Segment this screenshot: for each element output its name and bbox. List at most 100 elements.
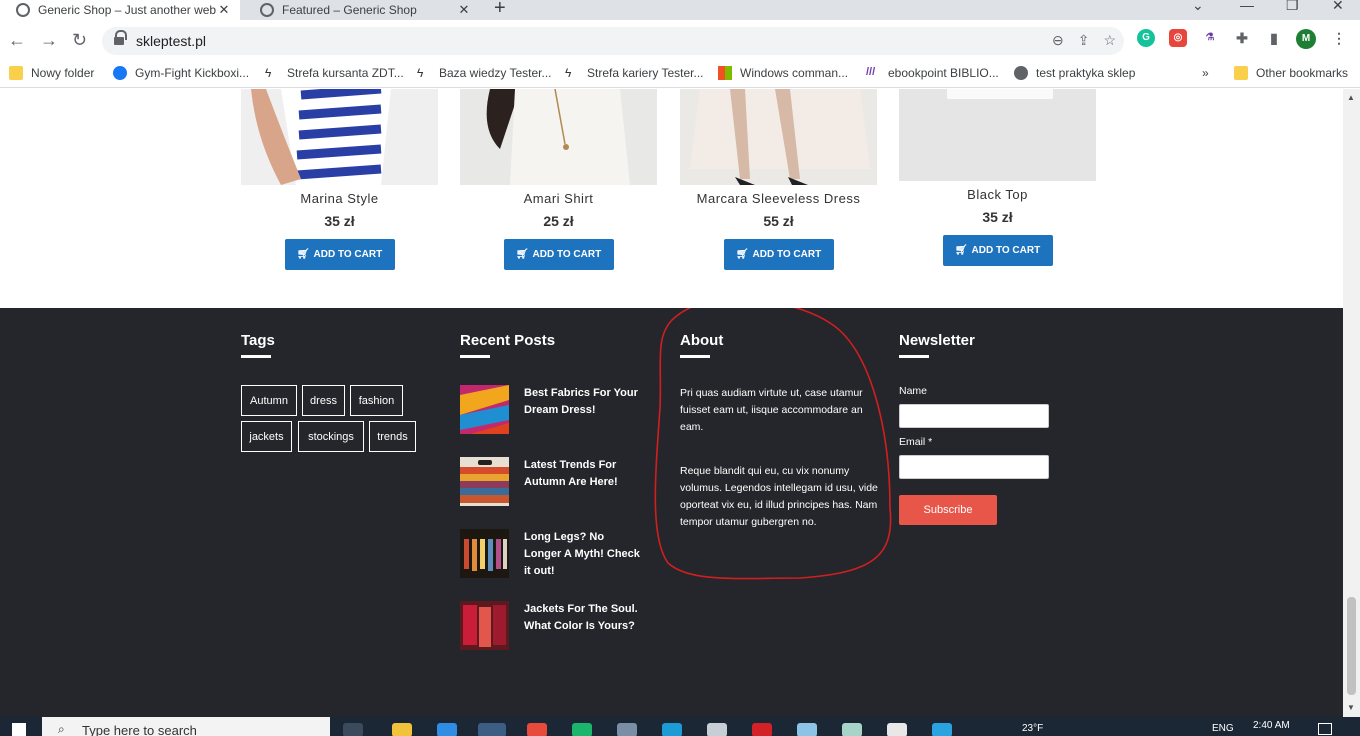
side-panel-icon[interactable]: ▮ [1265, 29, 1283, 47]
post-title[interactable]: Long Legs? No Longer A Myth! Check it ou… [524, 529, 644, 580]
post-thumbnail[interactable] [460, 601, 509, 650]
bookmarks-bar: Nowy folder Gym-Fight Kickboxi... ϟ Stref… [0, 62, 1360, 88]
app-icon[interactable] [842, 723, 862, 736]
tag-trends[interactable]: trends [369, 421, 416, 452]
bookmarks-overflow-icon[interactable]: » [1202, 66, 1209, 80]
post-title[interactable]: Best Fabrics For Your Dream Dress! [524, 385, 644, 434]
zdt-icon: ϟ [565, 66, 572, 80]
product-image[interactable] [460, 89, 657, 185]
app-icon[interactable] [797, 723, 817, 736]
bookmark-ebookpoint[interactable]: /// ebookpoint BIBLIO... [866, 66, 999, 80]
search-placeholder[interactable]: Type here to search [82, 723, 197, 736]
product-name[interactable]: Marcara Sleeveless Dress [680, 191, 877, 206]
tag-jackets[interactable]: jackets [241, 421, 292, 452]
bookmark-label: test praktyka sklep [1036, 66, 1136, 80]
app-icon[interactable] [527, 723, 547, 736]
bookmark-nowy-folder[interactable]: Nowy folder [9, 66, 94, 80]
app-icon[interactable] [752, 723, 772, 736]
bookmark-label: Strefa kursanta ZDT... [287, 66, 404, 80]
new-tab-icon[interactable]: + [494, 0, 506, 20]
product-name[interactable]: Black Top [899, 187, 1096, 202]
name-field[interactable] [899, 404, 1049, 428]
subscribe-button[interactable]: Subscribe [899, 495, 997, 525]
edge-icon[interactable] [662, 723, 682, 736]
close-icon[interactable]: ✕ [456, 2, 472, 18]
page-scrollbar[interactable]: ▲ ▼ [1343, 89, 1360, 717]
bookmark-windows-commands[interactable]: Windows comman... [718, 66, 848, 80]
post-title[interactable]: Latest Trends For Autumn Are Here! [524, 457, 644, 506]
tab-generic-shop[interactable]: Generic Shop – Just another web ✕ [0, 0, 240, 20]
bookmark-test-praktyka[interactable]: test praktyka sklep [1014, 66, 1135, 80]
recent-post[interactable]: Long Legs? No Longer A Myth! Check it ou… [460, 529, 644, 580]
tag-stockings[interactable]: stockings [298, 421, 364, 452]
taskbar-search[interactable]: ⌕ Type here to search [42, 717, 330, 736]
bookmark-gym-fight[interactable]: Gym-Fight Kickboxi... [113, 66, 249, 80]
store-icon[interactable] [437, 723, 457, 736]
about-paragraph: Pri quas audiam virtute ut, case utamur … [680, 387, 863, 433]
add-to-cart-button[interactable]: 🛒︎ ADD TO CART [503, 239, 614, 270]
menu-icon[interactable]: ⋮ [1330, 29, 1348, 47]
product-name[interactable]: Marina Style [241, 191, 438, 206]
chrome-icon[interactable] [478, 723, 506, 736]
app-icon[interactable] [572, 723, 592, 736]
product-image[interactable] [241, 89, 438, 185]
tag-fashion[interactable]: fashion [350, 385, 403, 416]
post-thumbnail[interactable] [460, 457, 509, 506]
add-to-cart-button[interactable]: 🛒︎ ADD TO CART [723, 239, 834, 270]
recent-post[interactable]: Best Fabrics For Your Dream Dress! [460, 385, 644, 434]
email-field[interactable] [899, 455, 1049, 479]
tab-featured[interactable]: Featured – Generic Shop ✕ [244, 0, 480, 20]
bookmark-strefa-kariery[interactable]: ϟ Strefa kariery Tester... [565, 66, 704, 80]
tag-dress[interactable]: dress [302, 385, 345, 416]
app-icon[interactable] [887, 723, 907, 736]
product-name[interactable]: Amari Shirt [460, 191, 657, 206]
app-icon[interactable] [932, 723, 952, 736]
post-thumbnail[interactable] [460, 385, 509, 434]
clock-time[interactable]: 2:40 AM [1253, 720, 1290, 731]
scroll-up-icon[interactable]: ▲ [1347, 93, 1355, 102]
close-window-icon[interactable]: ✕ [1332, 0, 1344, 14]
language-indicator[interactable]: ENG [1212, 723, 1234, 734]
scroll-down-icon[interactable]: ▼ [1347, 703, 1355, 712]
notifications-icon[interactable] [1318, 723, 1332, 735]
lock-icon[interactable] [114, 30, 127, 46]
add-to-cart-button[interactable]: 🛒︎ ADD TO CART [942, 235, 1053, 266]
grammarly-icon[interactable]: G [1137, 29, 1155, 47]
post-thumbnail[interactable] [460, 529, 509, 578]
bookmark-baza-wiedzy[interactable]: ϟ Baza wiedzy Tester... [417, 66, 552, 80]
forward-icon[interactable]: → [40, 30, 58, 51]
recent-post[interactable]: Jackets For The Soul. What Color Is Your… [460, 601, 644, 650]
file-explorer-icon[interactable] [392, 723, 412, 736]
globe-icon [260, 3, 274, 17]
post-title[interactable]: Jackets For The Soul. What Color Is Your… [524, 601, 644, 650]
bookmark-strefa-kursanta[interactable]: ϟ Strefa kursanta ZDT... [265, 66, 404, 80]
tag-autumn[interactable]: Autumn [241, 385, 297, 416]
extension-red-icon[interactable]: ◎ [1169, 29, 1187, 47]
add-to-cart-button[interactable]: 🛒︎ ADD TO CART [284, 239, 395, 270]
extension-flask-icon[interactable]: ⚗ [1201, 29, 1219, 47]
url-text[interactable]: skleptest.pl [136, 33, 206, 49]
bookmark-star-icon[interactable]: ☆ [1103, 32, 1116, 49]
product-image[interactable] [680, 89, 877, 185]
restore-icon[interactable]: ❐ [1286, 0, 1299, 14]
reload-icon[interactable]: ↻ [72, 30, 87, 51]
share-icon[interactable]: ⇪ [1078, 32, 1090, 49]
scrollbar-thumb[interactable] [1347, 597, 1356, 695]
profile-avatar[interactable]: M [1296, 29, 1316, 49]
calculator-icon[interactable] [617, 723, 637, 736]
extensions-puzzle-icon[interactable]: ✚ [1233, 29, 1251, 47]
weather-text[interactable]: 23°F [1022, 723, 1043, 734]
back-icon[interactable]: ← [8, 30, 26, 51]
recent-post[interactable]: Latest Trends For Autumn Are Here! [460, 457, 644, 506]
tab-search-icon[interactable]: ⌄ [1192, 0, 1204, 14]
windows-start-icon[interactable] [12, 723, 26, 736]
minimize-icon[interactable]: — [1240, 0, 1254, 13]
bookmark-other[interactable]: Other bookmarks [1234, 66, 1348, 80]
task-view-icon[interactable] [343, 723, 363, 736]
address-bar[interactable]: skleptest.pl ⊖ ⇪ ☆ [102, 27, 1124, 55]
product-image[interactable] [899, 89, 1096, 181]
product-price: 25 zł [543, 213, 574, 229]
close-icon[interactable]: ✕ [216, 2, 232, 18]
zoom-icon[interactable]: ⊖ [1052, 32, 1064, 49]
app-icon[interactable] [707, 723, 727, 736]
